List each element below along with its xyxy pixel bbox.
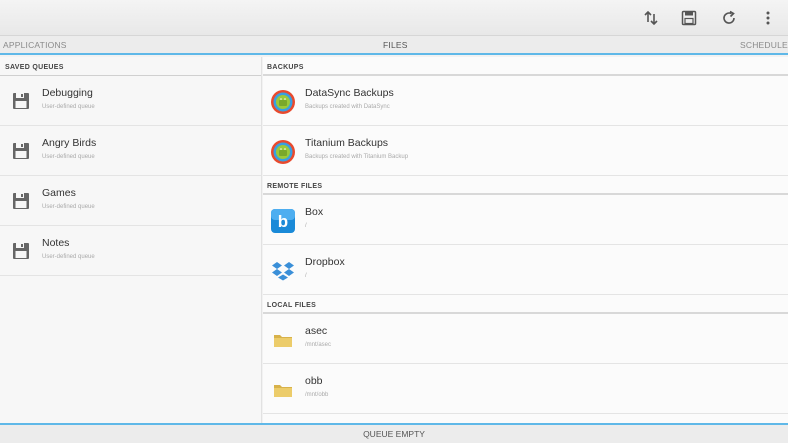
queue-subtitle: User-defined queue — [42, 204, 95, 210]
action-bar — [0, 0, 788, 36]
overflow-menu-icon[interactable] — [757, 7, 779, 29]
remote-subtitle: / — [305, 223, 307, 229]
dropbox-icon — [270, 258, 296, 284]
queue-title: Notes — [42, 237, 70, 249]
queue-subtitle: User-defined queue — [42, 254, 95, 260]
local-item-obb[interactable]: obb /mnt/obb — [263, 364, 788, 414]
remote-subtitle: / — [305, 273, 307, 279]
backup-item-datasync[interactable]: DataSync Backups Backups created with Da… — [263, 76, 788, 126]
titanium-icon — [270, 139, 296, 165]
remote-item-box[interactable]: b Box / — [263, 195, 788, 245]
floppy-disk-icon — [11, 241, 31, 261]
backups-header: BACKUPS — [263, 57, 788, 76]
queue-item-notes[interactable]: Notes User-defined queue — [0, 226, 261, 276]
queue-title: Debugging — [42, 87, 93, 99]
floppy-disk-icon — [11, 141, 31, 161]
folder-icon — [270, 327, 296, 353]
queue-status-label: QUEUE EMPTY — [363, 429, 425, 439]
tab-bar: APPLICATIONS FILES SCHEDULE — [0, 36, 788, 55]
remote-title: Box — [305, 206, 324, 218]
box-icon: b — [270, 208, 296, 234]
backup-subtitle: Backups created with Titanium Backup — [305, 154, 409, 160]
datasync-icon — [270, 89, 296, 115]
local-subtitle: /mnt/obb — [305, 392, 329, 398]
queue-title: Games — [42, 187, 76, 199]
svg-text:b: b — [278, 212, 288, 231]
local-files-header: LOCAL FILES — [263, 295, 788, 314]
local-item-asec[interactable]: asec /mnt/asec — [263, 314, 788, 364]
queue-item-angry-birds[interactable]: Angry Birds User-defined queue — [0, 126, 261, 176]
tab-schedule[interactable]: SCHEDULE — [740, 40, 788, 50]
local-title: asec — [305, 325, 328, 337]
floppy-disk-icon — [11, 91, 31, 111]
backup-title: DataSync Backups — [305, 87, 394, 99]
save-icon[interactable] — [678, 7, 700, 29]
files-pane: BACKUPS DataSync Backups Backups created… — [263, 57, 788, 423]
sort-icon[interactable] — [640, 7, 662, 29]
backup-subtitle: Backups created with DataSync — [305, 104, 390, 110]
remote-title: Dropbox — [305, 256, 345, 268]
backup-title: Titanium Backups — [305, 137, 389, 149]
folder-icon — [270, 377, 296, 403]
refresh-icon[interactable] — [718, 7, 740, 29]
saved-queues-header: SAVED QUEUES — [0, 57, 261, 76]
local-subtitle: /mnt/asec — [305, 342, 332, 348]
tab-applications[interactable]: APPLICATIONS — [3, 40, 67, 50]
queue-status-bar[interactable]: QUEUE EMPTY — [0, 423, 788, 443]
floppy-disk-icon — [11, 191, 31, 211]
queue-item-debugging[interactable]: Debugging User-defined queue — [0, 76, 261, 126]
tab-files[interactable]: FILES — [383, 40, 408, 50]
queue-title: Angry Birds — [42, 137, 97, 149]
saved-queues-pane: SAVED QUEUES Debugging User-defined queu… — [0, 57, 262, 423]
local-title: obb — [305, 375, 323, 387]
queue-subtitle: User-defined queue — [42, 154, 95, 160]
remote-item-dropbox[interactable]: Dropbox / — [263, 245, 788, 295]
remote-files-header: REMOTE FILES — [263, 176, 788, 195]
queue-item-games[interactable]: Games User-defined queue — [0, 176, 261, 226]
queue-subtitle: User-defined queue — [42, 104, 95, 110]
backup-item-titanium[interactable]: Titanium Backups Backups created with Ti… — [263, 126, 788, 176]
